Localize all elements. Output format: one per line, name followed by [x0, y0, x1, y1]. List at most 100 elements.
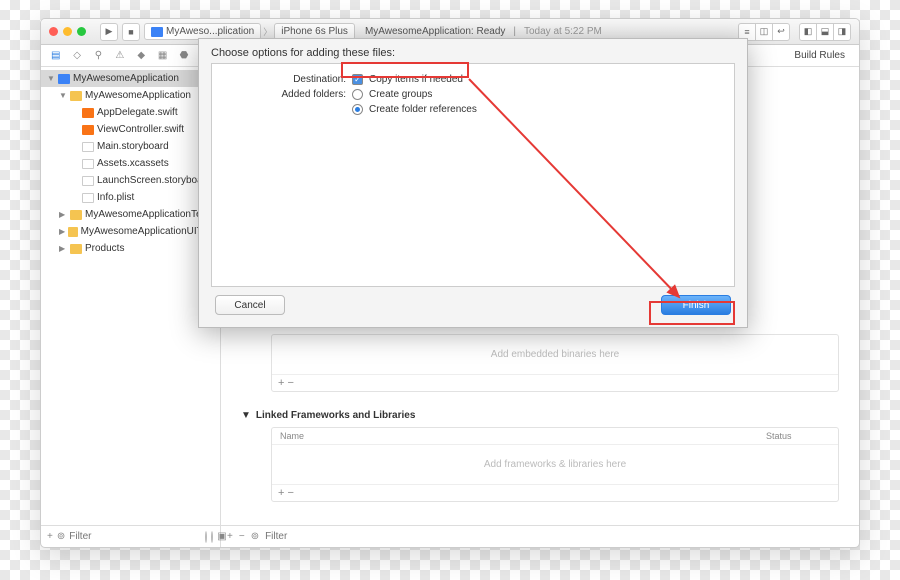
scheme-name: MyAweso...plication — [166, 26, 254, 37]
tree-item[interactable]: ▶ Products — [41, 240, 220, 257]
copy-items-checkbox[interactable]: ✓ — [352, 74, 363, 85]
section-title: Linked Frameworks and Libraries — [256, 410, 416, 421]
cancel-button[interactable]: Cancel — [215, 295, 285, 315]
folder-icon — [68, 227, 77, 237]
disclosure-icon[interactable]: ▶ — [59, 210, 67, 219]
add-button[interactable]: + — [278, 487, 284, 499]
scm-filter-icon[interactable] — [211, 531, 213, 543]
run-button[interactable]: ▶ — [100, 23, 118, 41]
test-nav-icon[interactable]: ◆ — [134, 49, 148, 63]
tree-item[interactable]: ▼ MyAwesomeApplication — [41, 70, 220, 87]
add-button[interactable]: + — [278, 377, 284, 389]
tree-item[interactable]: ▶MyAwesomeApplicationUITests — [41, 223, 220, 240]
folder-icon — [70, 244, 82, 254]
right-panel-icon[interactable]: ◨ — [833, 23, 851, 41]
create-refs-radio[interactable] — [352, 104, 363, 115]
navigator-filter-input[interactable] — [69, 531, 201, 542]
recent-filter-icon[interactable] — [205, 531, 207, 543]
tree-item-label: MyAwesomeApplicationTests — [85, 209, 214, 220]
swift-icon — [82, 108, 94, 118]
tree-item-label: Info.plist — [97, 192, 134, 203]
tree-item-label: Main.storyboard — [97, 141, 169, 152]
tree-item-label: Products — [85, 243, 124, 254]
panel-toggle-group[interactable]: ◧ ⬓ ◨ — [800, 23, 851, 41]
create-groups-label: Create groups — [369, 89, 432, 100]
finish-button[interactable]: Finish — [661, 295, 731, 315]
project-nav-icon[interactable]: ▤ — [49, 49, 63, 63]
empty-placeholder: Add frameworks & libraries here — [272, 445, 838, 484]
version-editor-icon[interactable]: ↩ — [772, 23, 790, 41]
tree-item[interactable]: ▶ MyAwesomeApplicationTests — [41, 206, 220, 223]
proj-icon — [58, 74, 70, 84]
activity-time: Today at 5:22 PM — [524, 26, 602, 37]
swift-icon — [82, 125, 94, 135]
tree-item-label: ViewController.swift — [97, 124, 184, 135]
folder-icon — [70, 91, 82, 101]
minimize-icon[interactable] — [63, 27, 72, 36]
col-status: Status — [758, 428, 838, 444]
remove-icon[interactable]: − — [239, 531, 245, 542]
traffic-lights — [49, 27, 86, 36]
left-panel-icon[interactable]: ◧ — [799, 23, 817, 41]
editor-filter-input[interactable] — [265, 531, 325, 542]
tree-item[interactable]: LaunchScreen.storyboard — [41, 172, 220, 189]
disclosure-icon[interactable]: ▼ — [47, 74, 55, 83]
breakpoint-nav-icon[interactable]: ⬣ — [177, 49, 191, 63]
xc-icon — [82, 159, 94, 169]
empty-placeholder: Add embedded binaries here — [272, 335, 838, 374]
sb-icon — [82, 176, 94, 186]
navigator-tabs[interactable]: ▤ ◇ ⚲ ⚠ ◆ ▦ ⬣ ☰ — [41, 45, 220, 67]
added-folders-label: Added folders: — [226, 89, 346, 100]
add-icon[interactable]: + — [227, 531, 233, 542]
tree-item[interactable]: AppDelegate.swift — [41, 104, 220, 121]
stop-button[interactable]: ■ — [122, 23, 140, 41]
filter-icon: ⊚ — [251, 531, 259, 542]
tree-item[interactable]: Assets.xcassets — [41, 155, 220, 172]
tree-item[interactable]: ▼ MyAwesomeApplication — [41, 87, 220, 104]
dialog-body: Destination: ✓ Copy items if needed Adde… — [211, 63, 735, 287]
project-icon — [151, 27, 163, 37]
tab-build-rules[interactable]: Build Rules — [794, 50, 845, 61]
issue-nav-icon[interactable]: ⚠ — [113, 49, 127, 63]
tree-item-label: MyAwesomeApplication — [73, 73, 179, 84]
close-icon[interactable] — [49, 27, 58, 36]
add-icon[interactable]: + — [47, 531, 53, 542]
disclosure-icon[interactable]: ▶ — [59, 244, 67, 253]
col-name: Name — [272, 428, 758, 444]
find-nav-icon[interactable]: ⚲ — [91, 49, 105, 63]
tree-item[interactable]: Info.plist — [41, 189, 220, 206]
device-name: iPhone 6s Plus — [281, 26, 348, 37]
project-tree[interactable]: ▼ MyAwesomeApplication ▼ MyAwesomeApplicati… — [41, 67, 220, 525]
zoom-icon[interactable] — [77, 27, 86, 36]
remove-button[interactable]: − — [288, 377, 294, 389]
bottom-panel-icon[interactable]: ⬓ — [816, 23, 834, 41]
sb-icon — [82, 142, 94, 152]
destination-label: Destination: — [226, 74, 346, 85]
editor-footer: + − ⊚ — [221, 525, 859, 547]
embedded-binaries-section: ▼Embedded Binaries Add embedded binaries… — [241, 317, 839, 392]
disclosure-icon[interactable]: ▼ — [241, 410, 251, 421]
dialog-title: Choose options for adding these files: — [199, 39, 747, 63]
disclosure-icon[interactable]: ▶ — [59, 227, 65, 236]
create-refs-label: Create folder references — [369, 104, 477, 115]
copy-items-label: Copy items if needed — [369, 74, 463, 85]
assistant-editor-icon[interactable]: ◫ — [755, 23, 773, 41]
folder-icon — [70, 210, 82, 220]
tree-item[interactable]: Main.storyboard — [41, 138, 220, 155]
disclosure-icon[interactable]: ▼ — [59, 91, 67, 100]
plist-icon — [82, 193, 94, 203]
remove-button[interactable]: − — [288, 487, 294, 499]
add-files-dialog: Choose options for adding these files: D… — [198, 38, 748, 328]
tree-item-label: LaunchScreen.storyboard — [97, 175, 212, 186]
create-groups-radio[interactable] — [352, 89, 363, 100]
navigator-footer: + ⊚ ▣ — [41, 525, 220, 547]
navigator-sidebar: ▤ ◇ ⚲ ⚠ ◆ ▦ ⬣ ☰ ▼ MyAwesomeApplication ▼ My… — [41, 45, 221, 547]
tree-item-label: AppDelegate.swift — [97, 107, 178, 118]
tree-item-label: Assets.xcassets — [97, 158, 169, 169]
tree-item-label: MyAwesomeApplication — [85, 90, 191, 101]
tree-item[interactable]: ViewController.swift — [41, 121, 220, 138]
activity-status: MyAwesomeApplication: Ready — [365, 26, 505, 37]
symbol-nav-icon[interactable]: ◇ — [70, 49, 84, 63]
filter-icon: ⊚ — [57, 531, 65, 542]
debug-nav-icon[interactable]: ▦ — [156, 49, 170, 63]
